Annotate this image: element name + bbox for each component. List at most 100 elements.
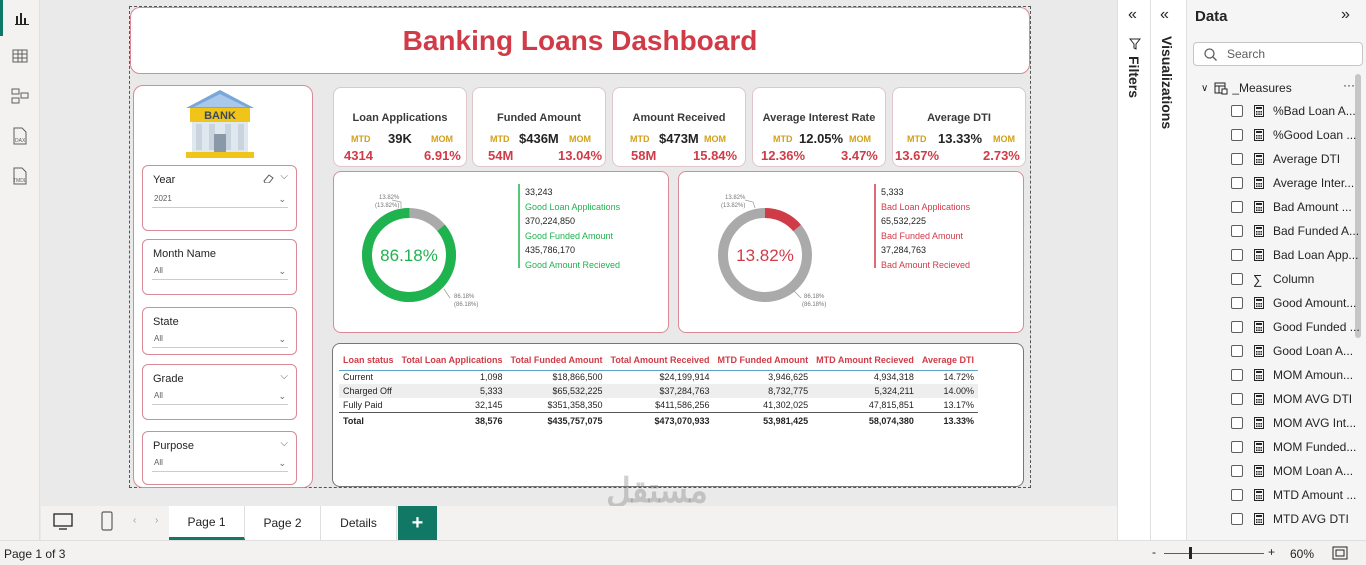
loan-status-table[interactable]: Loan status Total Loan Applications Tota…	[339, 350, 979, 430]
field-checkbox[interactable]	[1231, 489, 1243, 501]
field-item[interactable]: MOM AVG DTI	[1231, 388, 1352, 410]
tab-page-2[interactable]: Page 2	[245, 506, 321, 540]
measures-table-node[interactable]: ∨ _Measures	[1201, 78, 1292, 98]
more-options-icon[interactable]: ···	[1343, 78, 1355, 92]
slicer-purpose-dropdown[interactable]: All ⌄	[152, 456, 288, 472]
field-checkbox[interactable]	[1231, 465, 1243, 477]
slicer-purpose[interactable]: Purpose ⌵ All ⌄	[142, 431, 297, 485]
chevron-down-icon[interactable]: ∨	[1201, 83, 1208, 94]
field-item[interactable]: Average DTI	[1231, 148, 1340, 170]
field-item[interactable]: MTD Amount ...	[1231, 484, 1356, 506]
fit-to-page-icon[interactable]	[1332, 546, 1348, 560]
tab-details[interactable]: Details	[321, 506, 397, 540]
next-page-icon[interactable]: ›	[155, 515, 158, 526]
field-checkbox[interactable]	[1231, 249, 1243, 261]
field-item[interactable]: MTD AVG DTI	[1231, 508, 1349, 530]
visualizations-pane[interactable]: « Visualizations	[1150, 0, 1186, 540]
field-item[interactable]: Good Amount...	[1231, 292, 1356, 314]
field-item[interactable]: MOM Amoun...	[1231, 364, 1353, 386]
slicer-state[interactable]: State All ⌄	[142, 307, 297, 355]
kpi-total: 13.67%	[895, 148, 940, 163]
column-header[interactable]: MTD Amount Recieved	[812, 350, 918, 370]
column-header[interactable]: Total Loan Applications	[398, 350, 507, 370]
loan-status-table-card[interactable]: Loan status Total Loan Applications Tota…	[332, 343, 1024, 487]
field-checkbox[interactable]	[1231, 105, 1243, 117]
column-header[interactable]: MTD Funded Amount	[714, 350, 813, 370]
collapse-data-icon[interactable]: »	[1341, 6, 1350, 24]
field-checkbox[interactable]	[1231, 129, 1243, 141]
collapse-filters-icon[interactable]: «	[1128, 6, 1137, 24]
zoom-out-button[interactable]: -	[1152, 545, 1156, 559]
column-header[interactable]: Loan status	[339, 350, 398, 370]
field-item[interactable]: Bad Funded A...	[1231, 220, 1359, 242]
field-item[interactable]: MOM AVG Int...	[1231, 412, 1356, 434]
field-checkbox[interactable]	[1231, 417, 1243, 429]
field-item[interactable]: %Bad Loan A...	[1231, 100, 1356, 122]
report-view-icon[interactable]	[0, 0, 40, 36]
table-view-icon[interactable]	[0, 38, 40, 74]
field-item[interactable]: Good Funded ...	[1231, 316, 1360, 338]
eraser-icon[interactable]	[262, 173, 274, 183]
table-row[interactable]: Fully Paid 32,145 $351,358,350 $411,586,256…	[339, 398, 978, 412]
data-pane[interactable]: Data » Search ∨ _Measures ··· %Bad Loan …	[1186, 0, 1366, 540]
field-checkbox[interactable]	[1231, 177, 1243, 189]
field-item[interactable]: Bad Amount ...	[1231, 196, 1352, 218]
field-item[interactable]: Average Inter...	[1231, 172, 1354, 194]
table-row[interactable]: Current 1,098 $18,866,500 $24,199,914 3,946,…	[339, 370, 978, 384]
field-checkbox[interactable]	[1231, 513, 1243, 525]
field-item[interactable]: ∑ Column	[1231, 268, 1314, 290]
slicer-month[interactable]: Month Name All ⌄	[142, 239, 297, 295]
field-checkbox[interactable]	[1231, 369, 1243, 381]
slicer-year[interactable]: Year ⌵ 2021 ⌄	[142, 165, 297, 231]
chevron-down-icon[interactable]: ⌵	[280, 371, 288, 382]
field-checkbox[interactable]	[1231, 153, 1243, 165]
tmdl-view-icon[interactable]: TMDL	[0, 158, 40, 194]
field-item[interactable]: MOM Funded...	[1231, 436, 1356, 458]
filters-pane[interactable]: « Filters	[1117, 0, 1150, 540]
slicer-grade-dropdown[interactable]: All ⌄	[152, 389, 288, 405]
add-page-button[interactable]: +	[398, 506, 437, 540]
field-checkbox[interactable]	[1231, 345, 1243, 357]
table-row[interactable]: Charged Off 5,333 $65,532,225 $37,284,763 8,…	[339, 384, 979, 398]
field-item[interactable]: MOM Loan A...	[1231, 460, 1353, 482]
kpi-mtd-label: MTD	[907, 134, 927, 144]
slicer-state-dropdown[interactable]: All ⌄	[152, 332, 288, 348]
column-header[interactable]: Average DTI	[918, 350, 978, 370]
kpi-card-amount-received[interactable]: Amount Received MTD $473M MOM 58M 15.84%	[612, 87, 746, 167]
prev-page-icon[interactable]: ‹	[133, 515, 136, 526]
kpi-card-average-interest-rate[interactable]: Average Interest Rate MTD 12.05% MOM 12.…	[752, 87, 886, 167]
column-header[interactable]: Total Amount Received	[607, 350, 714, 370]
field-checkbox[interactable]	[1231, 273, 1243, 285]
zoom-slider-thumb[interactable]	[1189, 547, 1192, 559]
zoom-slider[interactable]	[1164, 553, 1264, 554]
chevron-down-icon[interactable]: ⌵	[280, 438, 288, 449]
field-checkbox[interactable]	[1231, 201, 1243, 213]
chevron-down-icon[interactable]: ⌵	[280, 171, 288, 182]
tab-page-1[interactable]: Page 1	[169, 506, 245, 540]
field-checkbox[interactable]	[1231, 321, 1243, 333]
column-header[interactable]: Total Funded Amount	[507, 350, 607, 370]
zoom-in-button[interactable]: +	[1268, 545, 1275, 559]
slicer-year-dropdown[interactable]: 2021 ⌄	[152, 192, 288, 208]
field-checkbox[interactable]	[1231, 393, 1243, 405]
mobile-layout-icon[interactable]	[101, 511, 113, 531]
kpi-card-average-dti[interactable]: Average DTI MTD 13.33% MOM 13.67% 2.73%	[892, 87, 1026, 167]
collapse-visualizations-icon[interactable]: «	[1160, 6, 1169, 24]
field-checkbox[interactable]	[1231, 297, 1243, 309]
field-checkbox[interactable]	[1231, 225, 1243, 237]
slicer-grade[interactable]: Grade ⌵ All ⌄	[142, 364, 297, 420]
model-view-icon[interactable]	[0, 78, 40, 114]
kpi-card-funded-amount[interactable]: Funded Amount MTD $436M MOM 54M 13.04%	[472, 87, 606, 167]
desktop-layout-icon[interactable]	[53, 513, 73, 531]
slicer-month-dropdown[interactable]: All ⌄	[152, 264, 288, 280]
field-item[interactable]: Bad Loan App...	[1231, 244, 1358, 266]
field-item[interactable]: %Good Loan ...	[1231, 124, 1356, 146]
field-checkbox[interactable]	[1231, 441, 1243, 453]
search-input[interactable]: Search	[1193, 42, 1363, 66]
calculator-icon	[1253, 201, 1265, 213]
good-loan-card[interactable]: 86.18% 13.82% (13.82%) 86.18% (86.18%) 3…	[333, 171, 669, 333]
kpi-card-loan-applications[interactable]: Loan Applications MTD 39K MOM 4314 6.91%	[333, 87, 467, 167]
dax-query-icon[interactable]: DAX	[0, 118, 40, 154]
bad-loan-card[interactable]: 13.82% 13.82% (13.82%) 86.18% (86.18%) 5…	[678, 171, 1024, 333]
field-item[interactable]: Good Loan A...	[1231, 340, 1353, 362]
